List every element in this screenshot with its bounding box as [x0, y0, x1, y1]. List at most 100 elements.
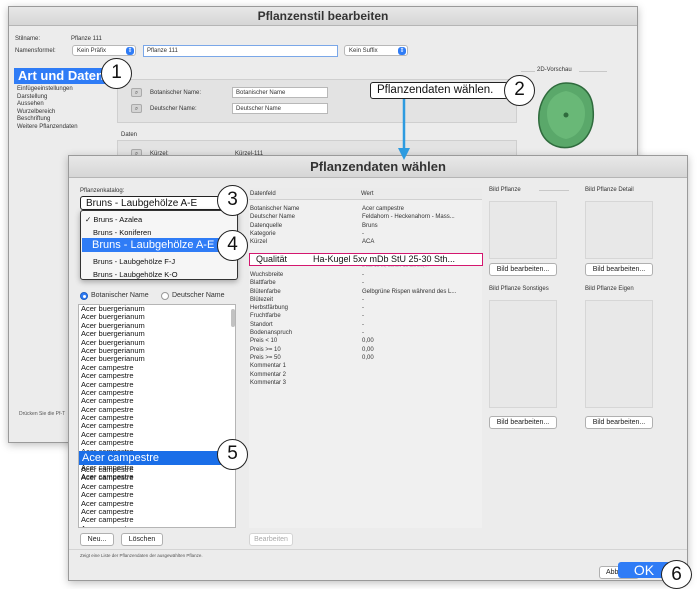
list-item[interactable]: Acer buergerianum [79, 339, 229, 347]
list-item[interactable]: Acer buergerianum [79, 355, 229, 363]
scrollbar-thumb[interactable] [231, 309, 235, 327]
table-row[interactable]: Bodenanspruch - [249, 329, 482, 337]
table-row[interactable]: Kürzel ACA [249, 238, 482, 246]
plant-list-selected-row[interactable]: Acer campestre [79, 451, 235, 465]
list-item[interactable]: Acer campestre [79, 500, 229, 508]
lookup-icon[interactable]: ⌕ [131, 104, 142, 113]
dropdown-item-laubgehoelze-k-o[interactable]: Bruns - Laubgehölze K-O [93, 270, 178, 279]
table-row[interactable]: Blattfarbe - [249, 279, 482, 287]
list-item[interactable]: Acer campestre [79, 491, 229, 499]
katalog-popup[interactable]: Bruns - Laubgehölze A-E [80, 196, 238, 210]
list-item[interactable]: Acer campestre [79, 389, 229, 397]
front-footer-hint: Zeigt eine Liste der Pflanzendaten der a… [80, 553, 203, 558]
edit-bild-eigen-button[interactable]: Bild bearbeiten... [585, 416, 653, 429]
table-cell-field: Standort [250, 321, 273, 328]
list-item[interactable]: Acer campestre [79, 364, 229, 372]
edit-bild-pflanze-detail-button[interactable]: Bild bearbeiten... [585, 263, 653, 276]
botanischer-name-field[interactable]: Botanischer Name [232, 87, 328, 98]
deutscher-name-value: Deutscher Name [236, 106, 282, 112]
table-cell-value: - [362, 321, 364, 328]
name-field-value: Pflanze 111 [147, 48, 178, 54]
table-cell-field: Blattfarbe [250, 280, 276, 287]
prefix-popup[interactable]: Kein Präfix ⇕ [72, 45, 136, 56]
table-row[interactable]: Kommentar 1 [249, 362, 482, 370]
sidebar-item-aussehen[interactable]: Aussehen [17, 101, 117, 109]
dropdown-item-laubgehoelze-a-e[interactable]: Bruns - Laubgehölze A-E [82, 238, 234, 252]
callout-2-label: Pflanzendaten wählen. [377, 84, 494, 96]
list-item[interactable]: Acer buergerianum [79, 322, 229, 330]
sidebar-item-art-und-daten[interactable]: Art und Daten [14, 68, 112, 84]
list-item[interactable]: Acer campestre [79, 483, 229, 491]
neu-button[interactable]: Neu... [80, 533, 114, 546]
prefix-popup-value: Kein Präfix [77, 48, 107, 54]
table-row[interactable]: Standort - [249, 321, 482, 329]
radio-german[interactable] [161, 292, 169, 300]
table-cell-value: - [362, 313, 364, 320]
vorschau-divider [521, 71, 535, 72]
table-row[interactable]: Botanischer Name Acer campestre [249, 205, 482, 213]
dropdown-item-koniferen[interactable]: Bruns - Koniferen [93, 228, 151, 237]
table-cell-field: Bodenanspruch [250, 330, 293, 337]
table-row[interactable]: Fruchtfarbe - [249, 312, 482, 320]
table-row[interactable]: Kommentar 2 [249, 371, 482, 379]
table-cell-value: ACA [362, 239, 375, 246]
table-row[interactable]: Preis < 10 0,00 [249, 337, 482, 345]
table-row[interactable]: Kommentar 3 [249, 379, 482, 387]
edit-bild-pflanze-button[interactable]: Bild bearbeiten... [489, 263, 557, 276]
list-item[interactable]: Acer campestre [79, 508, 229, 516]
callout-1: 1 [101, 58, 132, 89]
sidebar-item-beschriftung[interactable]: Beschriftung [17, 116, 117, 124]
bild-pflanze-detail-label: Bild Pflanze Detail [585, 187, 634, 193]
list-item[interactable]: Acer campestre [79, 397, 229, 405]
table-cell-field: Preis < 10 [250, 338, 278, 345]
table-row[interactable]: Preis >= 50 0,00 [249, 354, 482, 362]
list-item[interactable]: Acer campestre [79, 372, 229, 380]
list-item[interactable]: Acer campestre [79, 414, 229, 422]
namensformel-label: Namensformel: [15, 48, 56, 54]
plant-list-selected-label: Acer campestre [82, 452, 160, 464]
bearbeiten-button[interactable]: Bearbeiten [249, 533, 293, 546]
sidebar-item-wurzelbereich[interactable]: Wurzelbereich [17, 109, 117, 117]
list-item[interactable]: Acer campestre [79, 525, 229, 527]
list-item[interactable]: Acer campestre [79, 381, 229, 389]
table-row[interactable]: Blütezeit - [249, 296, 482, 304]
list-item[interactable]: Acer buergerianum [79, 347, 229, 355]
sidebar-item-einfuegeeinstellungen[interactable]: Einfügeeinstellungen [17, 86, 117, 94]
sidebar-item-weitere-pflanzendaten[interactable]: Weitere Pflanzendaten [17, 124, 117, 132]
deutscher-name-field[interactable]: Deutscher Name [232, 103, 328, 114]
list-item[interactable]: Acer campestre [79, 516, 229, 524]
dropdown-item-laubgehoelze-f-j[interactable]: Bruns - Laubgehölze F-J [93, 257, 175, 266]
table-row[interactable]: Blütenfarbe Gelbgrüne Rispen während des … [249, 288, 482, 296]
loeschen-button[interactable]: Löschen [121, 533, 163, 546]
list-item[interactable]: Acer buergerianum [79, 305, 229, 313]
table-row[interactable]: Datenquelle Bruns [249, 222, 482, 230]
callout-2: 2 [504, 75, 535, 106]
list-item[interactable]: Acer buergerianum [79, 313, 229, 321]
sidebar-item-darstellung[interactable]: Darstellung [17, 94, 117, 102]
edit-bild-sonstiges-button[interactable]: Bild bearbeiten... [489, 416, 557, 429]
chevron-updown-icon: ⇕ [126, 47, 134, 55]
lookup-icon[interactable]: ⌕ [131, 88, 142, 97]
table-row[interactable]: Kategorie - [249, 230, 482, 238]
neu-button-label: Neu... [87, 536, 107, 543]
suffix-popup[interactable]: Kein Suffix ⇕ [344, 45, 408, 56]
list-item[interactable]: Acer campestre [79, 406, 229, 414]
list-item[interactable]: Acer campestre [79, 474, 229, 482]
bearbeiten-button-label: Bearbeiten [254, 536, 288, 543]
name-field[interactable]: Pflanze 111 [143, 45, 338, 57]
list-item[interactable]: Acer campestre [79, 466, 229, 474]
table-row[interactable]: Deutscher Name Feldahorn - Heckenahorn - … [249, 213, 482, 221]
table-cell-value: 0,00 [362, 338, 374, 345]
table-cell-field: Botanischer Name [250, 206, 300, 212]
table-row[interactable]: Herbstfärbung - [249, 304, 482, 312]
plant-list[interactable]: Acer buergerianum Acer buergerianum Acer b… [78, 304, 236, 528]
list-item[interactable]: Acer campestre [79, 439, 229, 447]
list-item[interactable]: Acer campestre [79, 422, 229, 430]
qualitaet-row[interactable]: Qualität Ha-Kugel 5xv mDb StU 25-30 Sth.… [249, 253, 483, 266]
radio-botanical[interactable] [80, 292, 88, 300]
list-item[interactable]: Acer buergerianum [79, 330, 229, 338]
table-row[interactable]: Preis >= 10 0,00 [249, 346, 482, 354]
list-item[interactable]: Acer campestre [79, 431, 229, 439]
table-row[interactable]: Wuchsbreite - [249, 271, 482, 279]
dropdown-item-azalea[interactable]: ✓ Bruns - Azalea [85, 215, 142, 224]
